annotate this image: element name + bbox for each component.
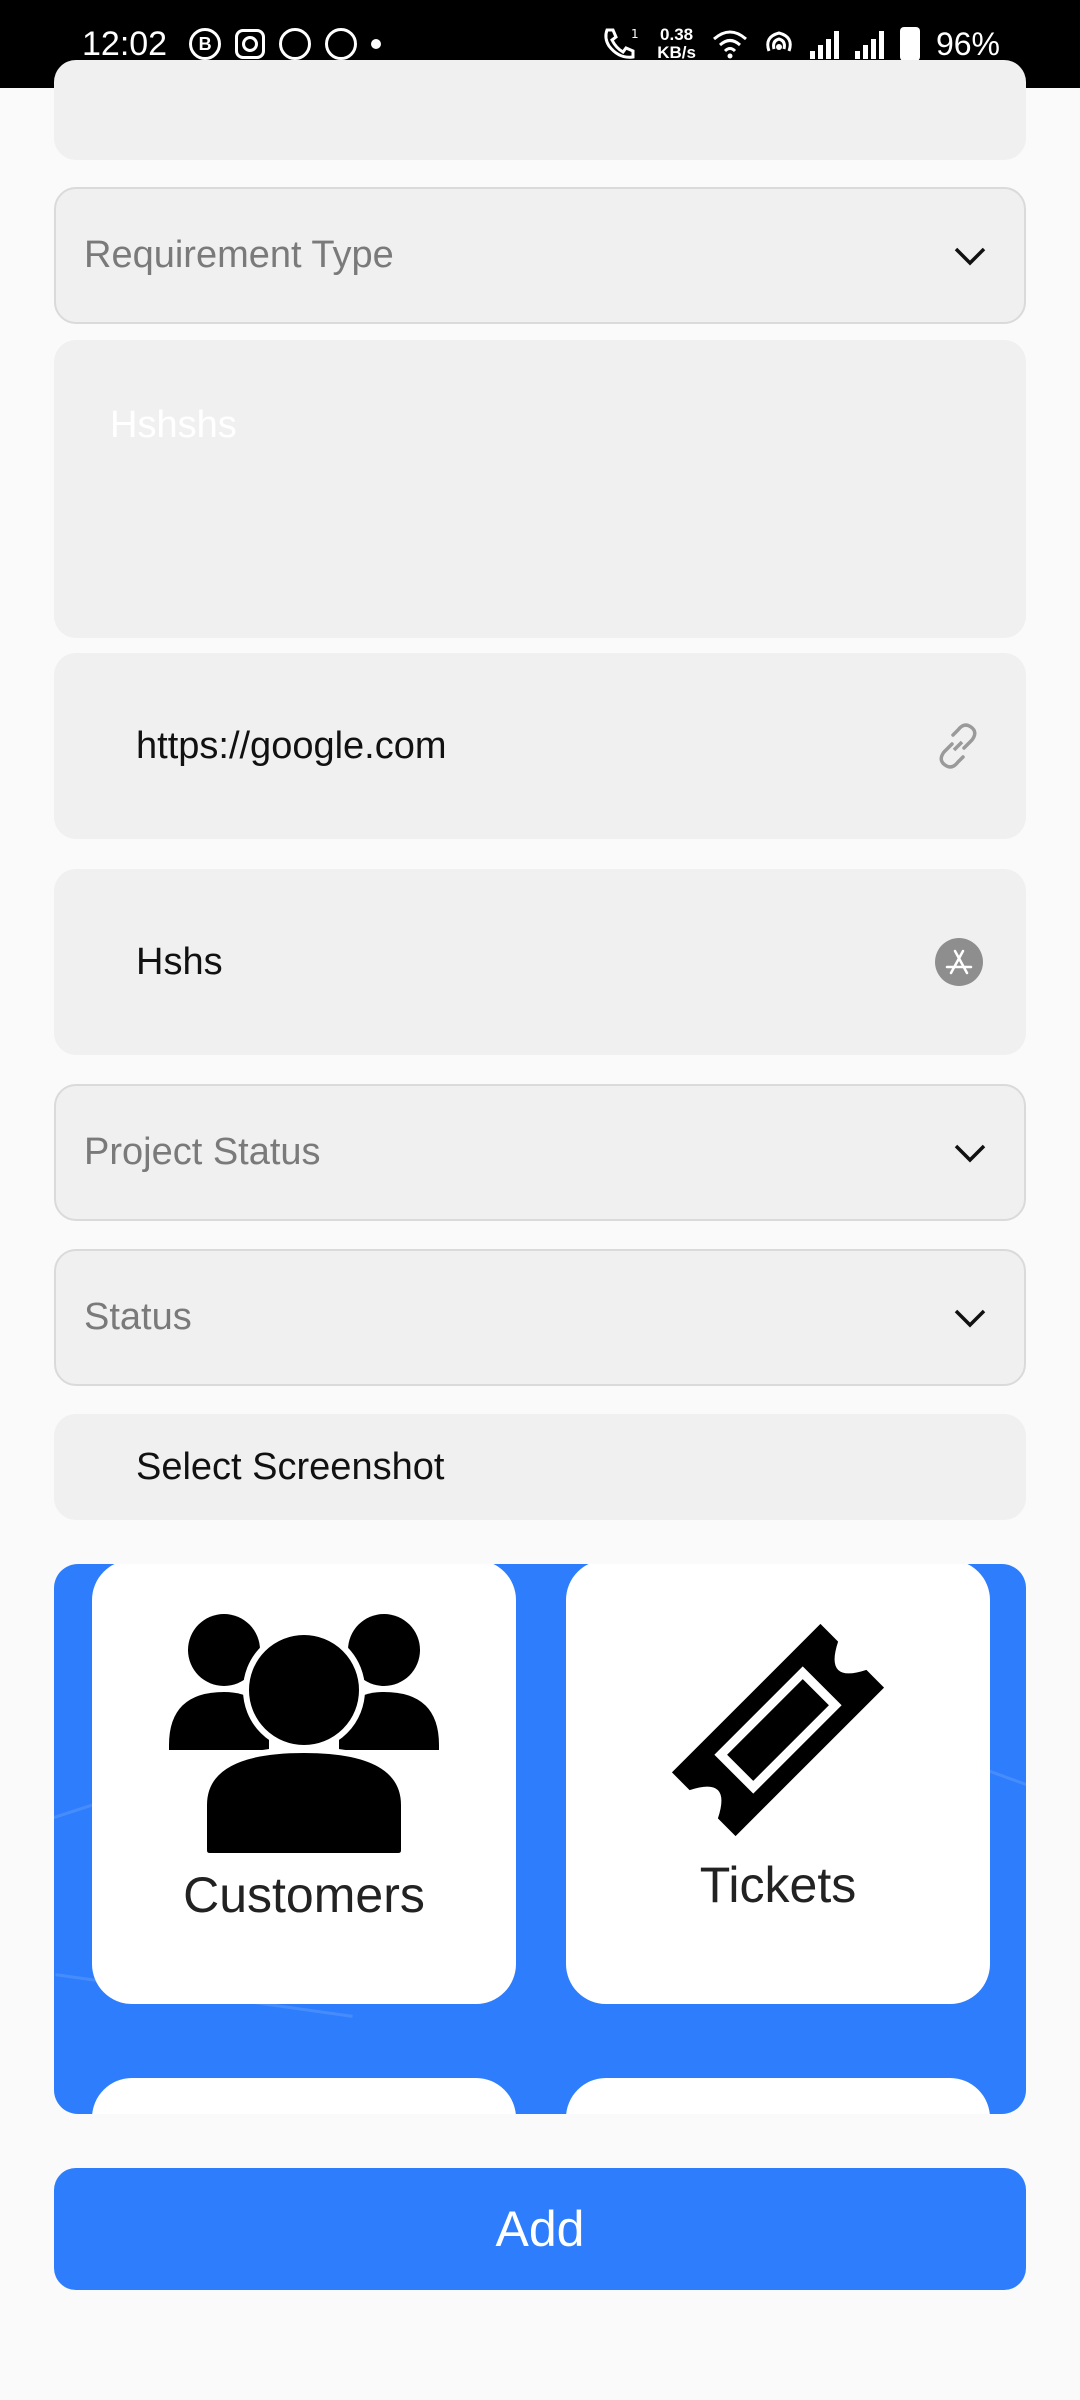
status-time: 12:02: [82, 24, 168, 63]
status-dropdown[interactable]: Status: [54, 1249, 1026, 1386]
battery-percent: 96%: [935, 25, 1000, 62]
tickets-card[interactable]: Tickets: [566, 1564, 990, 2004]
signal-icon: [809, 29, 839, 59]
project-status-dropdown[interactable]: Project Status: [54, 1084, 1026, 1221]
url-input[interactable]: https://google.com: [54, 653, 1026, 839]
requirement-type-label: Requirement Type: [84, 234, 394, 276]
link-icon: [939, 723, 977, 769]
ticket-icon: [671, 1623, 885, 1837]
app-store-icon: [935, 938, 983, 986]
status-label: Status: [84, 1296, 192, 1338]
wifi-icon: [712, 30, 747, 59]
next-card-right[interactable]: [566, 2078, 990, 2114]
chevron-down-icon: [954, 247, 986, 265]
app-name-input[interactable]: Hshs: [54, 869, 1026, 1055]
b-circle-icon: B: [189, 28, 222, 60]
add-button[interactable]: Add: [54, 2168, 1026, 2290]
description-text: Hshshs: [110, 404, 237, 446]
battery-icon: [899, 27, 920, 61]
previous-field[interactable]: [54, 60, 1026, 160]
customers-card[interactable]: Customers: [92, 1564, 516, 2004]
dot-icon: [371, 39, 382, 49]
customers-label: Customers: [183, 1867, 425, 1923]
net-speed: 0.38 KB/s: [657, 25, 696, 62]
url-value: https://google.com: [136, 724, 447, 767]
svg-text:1: 1: [631, 27, 639, 41]
chevron-down-icon: [954, 1144, 986, 1162]
requirement-type-dropdown[interactable]: Requirement Type: [54, 187, 1026, 324]
customers-icon: [169, 1614, 439, 1859]
select-screenshot-button[interactable]: Select Screenshot: [54, 1414, 1026, 1520]
tickets-label: Tickets: [699, 1857, 857, 1913]
call-icon: 1: [604, 27, 639, 59]
next-card-left[interactable]: [92, 2078, 516, 2114]
instagram-icon: [235, 29, 266, 59]
dashboard-cards-panel[interactable]: Customers Tickets: [54, 1564, 1026, 2114]
description-textarea[interactable]: Hshshs: [54, 340, 1026, 638]
hotspot-icon: [766, 31, 792, 52]
app-icon: [279, 28, 312, 60]
project-status-label: Project Status: [84, 1131, 321, 1173]
sync-icon: [325, 28, 358, 60]
select-screenshot-label: Select Screenshot: [136, 1445, 445, 1488]
chevron-down-icon: [954, 1309, 986, 1327]
signal-2-icon: [854, 29, 884, 59]
app-name-value: Hshs: [136, 940, 223, 983]
